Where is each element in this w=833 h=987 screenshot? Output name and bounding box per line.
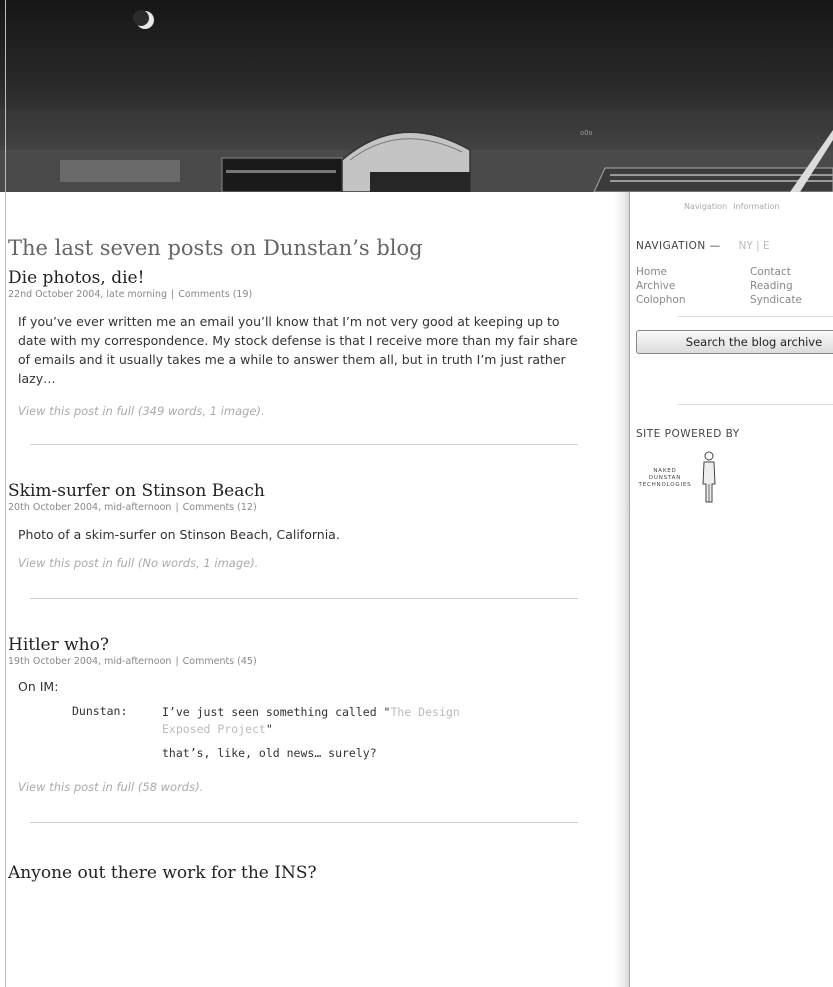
post-title[interactable]: Skim-surfer on Stinson Beach [8,481,613,501]
nav-link-reading[interactable]: Reading [750,279,793,293]
post-excerpt: Photo of a skim-surfer on Stinson Beach,… [18,527,340,542]
tab-information[interactable]: Information [733,202,779,211]
nav-link-colophon[interactable]: Colophon [636,293,750,307]
chat-message: I’ve just seen something called "The Des… [162,704,462,738]
search-archive-button[interactable]: Search the blog archive [636,330,833,354]
figure-icon [702,451,716,503]
nav-link-syndicate[interactable]: Syndicate [750,293,802,307]
post-meta: 19th October 2004, mid-afternoon | Comment… [8,656,257,667]
naked-dunstan-logo[interactable]: NAKED DUNSTAN TECHNOLOGIES [636,450,756,520]
main-content: The last seven posts on Dunstan’s blog D… [8,200,613,987]
post-date-link[interactable]: 22nd October 2004, late morning [8,289,167,300]
sidebar-divider [678,316,833,317]
post: Skim-surfer on Stinson Beach 20th Octobe… [8,481,613,599]
post: Die photos, die! 22nd October 2004, late… [8,268,613,445]
nav-link-contact[interactable]: Contact [750,265,791,279]
chat-message-text: I’ve just seen something called " [162,705,391,719]
nav-link-home[interactable]: Home [636,265,750,279]
read-more-link[interactable]: View this post in full (349 words, 1 ima… [18,404,613,418]
read-more-link[interactable]: View this post in full (58 words). [18,780,613,794]
logo-line: TECHNOLOGIES [638,482,692,488]
chat-log: Dunstan: I’ve just seen something called… [72,704,613,760]
chat-reply: that’s, like, old news… surely? [162,746,377,760]
chat-message-text: " [265,722,273,736]
nav-row: Colophon Syndicate [636,293,833,307]
chat-line: Dunstan: I’ve just seen something called… [72,704,613,738]
logo-line: DUNSTAN [648,475,682,481]
logo-line: NAKED [653,468,677,474]
post-divider [30,444,578,445]
post-date-link[interactable]: 20th October 2004, mid-afternoon [8,502,171,513]
post-meta: 20th October 2004, mid-afternoon | Comment… [8,502,257,513]
post-date-link[interactable]: 19th October 2004, mid-afternoon [8,656,171,667]
nav-row: Archive Reading [636,279,833,293]
header-banner: oOo [0,0,833,192]
sidebar: Navigation Information NAVIGATION — NY | … [630,192,833,987]
svg-text:oOo: oOo [580,129,593,137]
post-title[interactable]: Die photos, die! [8,268,613,288]
nav-row: Home Contact [636,265,833,279]
post-excerpt: If you’ve ever written me an email you’l… [18,314,578,386]
page-left-rule [5,0,6,987]
navigation-heading: NAVIGATION — NY | E [636,240,770,252]
read-more-link[interactable]: View this post in full (No words, 1 imag… [18,556,613,570]
navigation-heading-text: NAVIGATION — [636,240,721,252]
post: Hitler who? 19th October 2004, mid-after… [8,635,613,823]
sidebar-tabs: Navigation Information [684,202,785,211]
post-divider [30,598,578,599]
powered-by-heading: SITE POWERED BY [636,428,740,440]
comments-link[interactable]: Comments (45) [183,656,257,667]
comments-link[interactable]: Comments (12) [183,502,257,513]
navigation-links: Home Contact Archive Reading Colophon Sy… [636,265,833,307]
nav-link-archive[interactable]: Archive [636,279,750,293]
post-title[interactable]: Hitler who? [8,635,613,655]
chat-speaker: Dunstan: [72,704,128,718]
logo-text: NAKED DUNSTAN TECHNOLOGIES [636,468,694,489]
night-skyline-illustration: oOo [0,10,833,192]
post-meta: 22nd October 2004, late morning | Comments… [8,289,253,300]
comments-link[interactable]: Comments (19) [178,289,252,300]
sidebar-shadow [614,192,630,987]
tab-navigation[interactable]: Navigation [684,202,727,211]
post-title[interactable]: Anyone out there work for the INS? [8,863,613,883]
sidebar-divider [678,404,833,405]
page-title: The last seven posts on Dunstan’s blog [8,236,423,260]
im-label: On IM: [18,679,59,694]
post-divider [30,822,578,823]
navigation-heading-extra: NY | E [738,240,770,252]
